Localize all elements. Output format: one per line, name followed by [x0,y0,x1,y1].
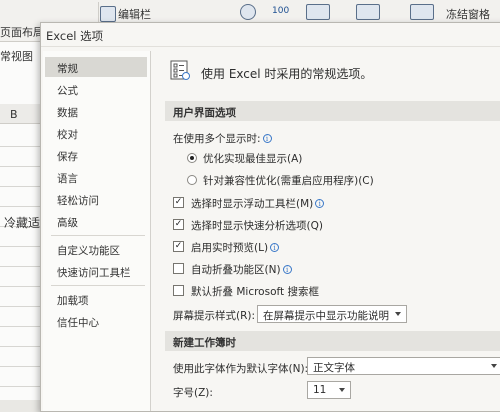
mini-toolbar-label[interactable]: 选择时显示浮动工具栏(M) i [191,196,325,211]
edit-bar-toggle[interactable]: 编辑栏 [118,6,151,22]
quick-analysis-label[interactable]: 选择时显示快速分析选项(Q) [191,218,323,233]
ui-options-section-title: 用户界面选项 [165,101,500,121]
nav-general[interactable]: 常规 [45,57,147,77]
options-nav: 常规 公式 数据 校对 保存 语言 轻松访问 高级 自定义功能区 快速访问工具栏… [43,51,151,411]
zoom-selection-icon[interactable] [306,4,330,20]
header-text: 使用 Excel 时采用的常规选项。 [201,67,373,81]
nav-divider [51,285,145,286]
font-size-label: 字号(Z): [173,387,213,399]
arrange-all-icon[interactable] [410,4,434,20]
info-icon: i [270,243,280,252]
checkbox-mini-toolbar[interactable]: ✓ [173,197,184,208]
page-layout-view-button[interactable]: 页面布局 [0,24,44,40]
nav-language[interactable]: 语言 [45,167,147,187]
zoom-icon[interactable] [240,4,256,20]
zoom-100-icon[interactable]: 100 [272,6,289,16]
cell-text: 冷藏适 [4,216,41,230]
nav-quick-access-toolbar[interactable]: 快速访问工具栏 [45,261,147,281]
freeze-panes-button[interactable]: 冻结窗格 [446,6,490,22]
info-icon: i [262,134,272,143]
column-letter: B [10,108,18,121]
nav-proofing[interactable]: 校对 [45,123,147,143]
nav-add-ins[interactable]: 加载项 [45,289,147,309]
radio-optimize-compat[interactable] [187,175,197,185]
nav-divider [51,235,145,236]
info-icon: i [282,265,292,274]
collapse-ribbon-label[interactable]: 自动折叠功能区(N) i [191,262,292,277]
view-group-label: 常视图 [0,50,33,63]
radio-optimize-compat-label[interactable]: 针对兼容性优化(需重启应用程序)(C) [203,173,374,188]
chevron-down-icon [395,312,401,316]
nav-advanced[interactable]: 高级 [45,211,147,231]
nav-formulas[interactable]: 公式 [45,79,147,99]
screentip-style-label: 屏幕提示样式(R): [173,310,256,322]
screentip-style-value: 在屏幕提示中显示功能说明 [263,310,389,322]
excel-options-dialog: Excel 选项 常规 公式 数据 校对 保存 语言 轻松访问 高级 自定义功能… [40,22,500,412]
default-font-label: 使用此字体作为默认字体(N): [173,363,309,375]
dialog-titlebar[interactable]: Excel 选项 [41,23,500,47]
new-window-icon[interactable] [356,4,380,20]
chevron-down-icon [339,388,345,392]
new-workbook-section-title: 新建工作簿时 [165,331,500,351]
nav-trust-center[interactable]: 信任中心 [45,311,147,331]
checkbox-collapse-search[interactable] [173,285,184,296]
checkbox-collapse-ribbon[interactable] [173,263,184,274]
info-icon: i [315,199,325,208]
multi-display-label: 在使用多个显示时: i [173,131,272,146]
font-size-value: 11 [313,384,327,396]
radio-optimize-best[interactable] [187,153,197,163]
live-preview-label[interactable]: 启用实时预览(L) i [191,240,280,255]
font-size-select[interactable]: 11 [307,381,351,399]
collapse-search-label[interactable]: 默认折叠 Microsoft 搜索框 [191,284,319,299]
options-content: 使用 Excel 时采用的常规选项。 用户界面选项 在使用多个显示时: i 优化实… [153,51,500,411]
checkbox-quick-analysis[interactable]: ✓ [173,219,184,230]
nav-accessibility[interactable]: 轻松访问 [45,189,147,209]
screentip-style-select[interactable]: 在屏幕提示中显示功能说明 [257,305,407,323]
checkbox-live-preview[interactable]: ✓ [173,241,184,252]
chevron-down-icon [491,364,497,368]
radio-optimize-best-label[interactable]: 优化实现最佳显示(A) [203,151,302,166]
default-font-value: 正文字体 [313,362,355,374]
nav-save[interactable]: 保存 [45,145,147,165]
default-font-select[interactable]: 正文字体 [307,357,500,375]
general-settings-icon [170,60,190,80]
checkbox-icon[interactable] [100,6,116,22]
nav-data[interactable]: 数据 [45,101,147,121]
dialog-title: Excel 选项 [46,29,104,43]
nav-customize-ribbon[interactable]: 自定义功能区 [45,239,147,259]
